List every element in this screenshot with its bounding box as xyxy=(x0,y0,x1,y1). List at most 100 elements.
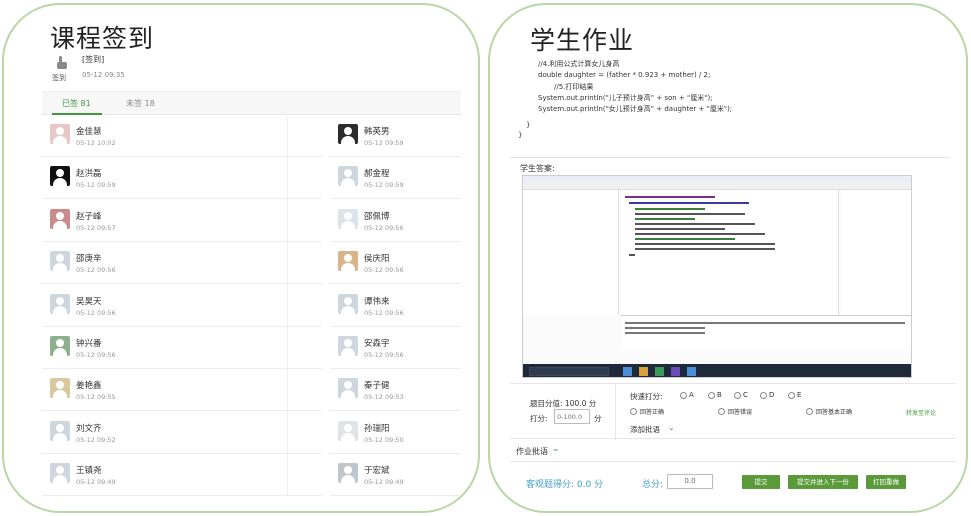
option-d-radio[interactable] xyxy=(760,392,767,399)
avatar xyxy=(50,293,70,314)
student-item[interactable]: 金佳慧 05-12 10:02 xyxy=(42,115,322,157)
student-signin-time: 05-12 09:56 xyxy=(364,266,404,275)
option-c-label: C xyxy=(743,391,748,399)
student-item[interactable]: 郝金程 05-12 09:59 xyxy=(330,157,461,200)
score-input[interactable] xyxy=(554,409,590,424)
verdict-correct-radio[interactable] xyxy=(630,408,637,415)
student-item[interactable]: 钟兴番 05-12 09:56 xyxy=(42,327,322,369)
ide-console xyxy=(621,315,911,351)
avatar xyxy=(50,420,70,441)
student-signin-time: 05-12 09:56 xyxy=(364,351,404,359)
student-signin-time: 05-12 09:49 xyxy=(364,478,404,487)
avatar xyxy=(338,251,358,272)
hand-sign-icon xyxy=(54,55,70,71)
avatar xyxy=(338,124,358,144)
homework-comment-toggle[interactable]: 作业批语 xyxy=(516,446,548,457)
student-signin-time: 05-12 09:49 xyxy=(76,478,116,487)
option-a-radio[interactable] xyxy=(680,392,687,399)
student-signin-time: 05-12 10:02 xyxy=(76,139,116,147)
student-name: 姜艳鑫 xyxy=(76,381,102,392)
student-name: 安森宇 xyxy=(364,339,390,349)
student-signin-time: 05-12 09:57 xyxy=(76,223,116,232)
student-signin-time: 05-12 09:56 xyxy=(76,266,116,275)
student-list: 金佳慧 05-12 10:02 韩英男 05-12 09:59 赵洪磊 05-12 09:… xyxy=(42,115,461,497)
option-b-radio[interactable] xyxy=(708,392,715,399)
ide-outline xyxy=(841,190,911,315)
ide-package-explorer xyxy=(523,190,619,315)
option-c-radio[interactable] xyxy=(734,392,741,399)
forward-to-comment-link[interactable]: 转发至评论 xyxy=(906,408,936,417)
student-item[interactable]: 赵洪磊 05-12 09:59 xyxy=(42,157,322,200)
option-d-label: D xyxy=(769,391,775,399)
student-signin-time: 05-12 09:52 xyxy=(76,435,116,444)
total-score-label: 总分: xyxy=(642,480,664,490)
avatar xyxy=(50,124,70,144)
student-item[interactable]: 姜艳鑫 05-12 09:55 xyxy=(42,369,322,412)
total-score-input[interactable]: 0.0 xyxy=(667,474,713,489)
verdict-correct-label: 回答正确 xyxy=(640,409,665,416)
tab-signed[interactable]: 已签 81 xyxy=(62,98,91,109)
student-name: 王镇尧 xyxy=(76,466,102,477)
student-item[interactable]: 吴昊天 05-12 09:56 xyxy=(42,285,322,327)
option-a-label: A xyxy=(689,391,694,399)
avatar xyxy=(338,463,358,484)
tab-unsigned[interactable]: 未签 18 xyxy=(126,98,155,109)
add-comment-toggle[interactable]: 添加批语 xyxy=(630,424,660,435)
student-signin-time: 05-12 09:59 xyxy=(76,181,116,190)
student-name: 邵庚辛 xyxy=(76,254,102,265)
code-line: System.out.println("女儿预计身高" + daughter +… xyxy=(538,105,733,113)
score-unit-label: 分 xyxy=(594,414,602,423)
code-line: } xyxy=(518,131,523,139)
student-item[interactable]: 侯庆阳 05-12 09:56 xyxy=(330,242,461,285)
student-name: 郝金程 xyxy=(364,169,390,180)
student-name: 孙瑞阳 xyxy=(364,423,390,434)
verdict-mostly-correct-radio[interactable] xyxy=(806,408,813,415)
signin-icon-label: 签到 xyxy=(52,74,66,82)
student-item[interactable]: 王镇尧 05-12 09:49 xyxy=(42,454,322,497)
quick-score-label: 快速打分: xyxy=(630,392,663,401)
ide-screenshot-image[interactable] xyxy=(522,175,912,378)
chevron-down-icon[interactable]: ⌄ xyxy=(552,444,560,454)
student-signin-time: 05-12 09:55 xyxy=(76,393,116,402)
signin-activity-row[interactable]: 签到 [签到] 05-12 09:35 xyxy=(48,49,461,95)
student-item[interactable]: 邵庚辛 05-12 09:56 xyxy=(42,242,322,285)
verdict-mostly-correct-label: 回答基本正确 xyxy=(816,409,853,416)
student-name: 钟兴番 xyxy=(76,339,102,349)
option-e-radio[interactable] xyxy=(788,392,795,399)
student-item[interactable]: 于宏斌 05-12 09:49 xyxy=(330,454,461,497)
redo-button[interactable]: 打回重做 xyxy=(866,475,906,489)
student-signin-time: 05-12 09:53 xyxy=(364,393,404,402)
verdict-wrong-radio[interactable] xyxy=(718,408,725,415)
student-item[interactable]: 邵佩博 05-12 09:56 xyxy=(330,200,461,242)
avatar xyxy=(50,208,70,229)
avatar xyxy=(338,378,358,399)
student-item[interactable]: 秦子健 05-12 09:53 xyxy=(330,369,461,412)
student-name: 秦子健 xyxy=(364,381,390,392)
signin-time: 05-12 09:35 xyxy=(82,71,125,79)
student-signin-time: 05-12 09:56 xyxy=(364,308,404,317)
student-name: 邵佩博 xyxy=(364,211,390,222)
student-signin-time: 05-12 09:56 xyxy=(364,223,404,232)
code-line: //4.利用公式计算女儿身高 xyxy=(538,60,620,68)
code-line: System.out.println("儿子预计身高" + son + "厘米"… xyxy=(538,94,713,102)
ide-toolbar xyxy=(523,182,911,190)
student-item[interactable]: 孙瑞阳 05-12 09:50 xyxy=(330,412,461,454)
avatar xyxy=(50,336,70,356)
student-item[interactable]: 刘文齐 05-12 09:52 xyxy=(42,412,322,454)
student-item[interactable]: 谭伟来 05-12 09:56 xyxy=(330,285,461,327)
signin-tabs: 已签 81 未签 18 xyxy=(42,91,461,115)
give-score-label: 打分: xyxy=(530,414,548,423)
grading-panel: 题目分值: 100.0 分 打分: 分 快速打分: A B C D E 回答正确… xyxy=(510,383,956,440)
option-b-label: B xyxy=(717,391,722,399)
student-item[interactable]: 韩英男 05-12 09:59 xyxy=(330,115,461,157)
submit-button[interactable]: 提交 xyxy=(742,475,780,489)
student-name: 刘文齐 xyxy=(76,423,102,434)
submit-next-button[interactable]: 提交并进入下一份 xyxy=(788,475,858,489)
avatar xyxy=(338,336,358,356)
student-item[interactable]: 赵子峰 05-12 09:57 xyxy=(42,200,322,242)
student-name: 吴昊天 xyxy=(76,296,102,307)
student-name: 谭伟来 xyxy=(364,296,390,307)
avatar xyxy=(50,463,70,484)
chevron-down-icon[interactable]: ⌄ xyxy=(668,423,675,432)
student-item[interactable]: 安森宇 05-12 09:56 xyxy=(330,327,461,369)
